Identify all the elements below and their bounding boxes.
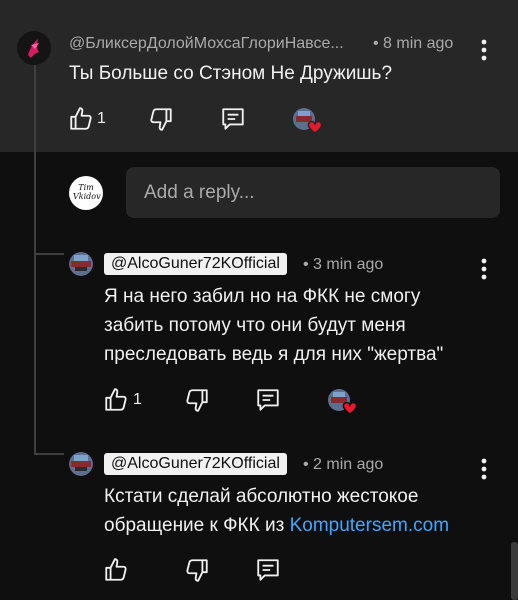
- reply-text-prefix: обращение к ФКК из: [104, 515, 290, 536]
- reply-icon[interactable]: [255, 387, 281, 413]
- creator-heart-icon: [292, 107, 324, 135]
- like-count: 1: [133, 391, 142, 408]
- reply-icon[interactable]: [220, 106, 246, 132]
- reply-input[interactable]: [126, 167, 500, 218]
- thumb-up-icon[interactable]: [103, 557, 129, 583]
- more-vertical-icon[interactable]: [474, 456, 494, 482]
- reply-text: Я на него забил но на ФКК не смогу забит…: [104, 282, 443, 369]
- thumb-up-icon[interactable]: [103, 387, 129, 413]
- thread-line: [34, 62, 36, 454]
- reply-author-handle[interactable]: @AlcoGuner72KOfficial: [104, 453, 287, 475]
- scrollbar[interactable]: [511, 542, 518, 600]
- reply-link[interactable]: Komputersem.com: [290, 515, 449, 536]
- reply-text-line: Кстати сделай абсолютно жестокое: [104, 486, 419, 507]
- creator-heart-icon: [327, 388, 359, 416]
- more-vertical-icon[interactable]: [474, 256, 494, 282]
- reply-text-line: обращение к ФКК из Komputersem.com: [104, 511, 449, 540]
- thumb-down-icon[interactable]: [184, 557, 210, 583]
- reply-author-handle[interactable]: @AlcoGuner72KOfficial: [104, 253, 287, 275]
- like-count: 1: [97, 110, 106, 127]
- reply-author-avatar[interactable]: [69, 452, 93, 476]
- reply-author-avatar[interactable]: [69, 252, 93, 276]
- thumb-up-icon[interactable]: [68, 106, 94, 132]
- comment-text: Ты Больше со Стэном Не Дружишь?: [69, 63, 393, 84]
- avatar-text: Tim Vkidov: [73, 183, 101, 201]
- reply-text: Кстати сделай абсолютно жестокое обращен…: [104, 482, 449, 540]
- reply-icon[interactable]: [255, 557, 281, 583]
- reply-text-line: забить потому что они будут меня: [104, 315, 406, 336]
- thread-branch-1: [34, 253, 64, 255]
- thumb-down-icon[interactable]: [184, 387, 210, 413]
- thread-branch-2: [34, 453, 64, 455]
- current-user-avatar: Tim Vkidov: [69, 176, 103, 210]
- reply-time: • 2 min ago: [303, 456, 384, 473]
- comment-time: • 8 min ago: [373, 35, 454, 52]
- reply-text-line: Я на него забил но на ФКК не смогу: [104, 286, 421, 307]
- more-vertical-icon[interactable]: [474, 37, 494, 63]
- comment-author-avatar[interactable]: [17, 31, 51, 65]
- reply-input-box[interactable]: [126, 167, 500, 218]
- reply-time: • 3 min ago: [303, 256, 384, 273]
- thumb-down-icon[interactable]: [148, 106, 174, 132]
- reply-text-line: преследовать ведь я для них "жертва": [104, 344, 444, 365]
- comment-author[interactable]: @БликсерДолойМохсаГлориНавсе...: [69, 35, 344, 53]
